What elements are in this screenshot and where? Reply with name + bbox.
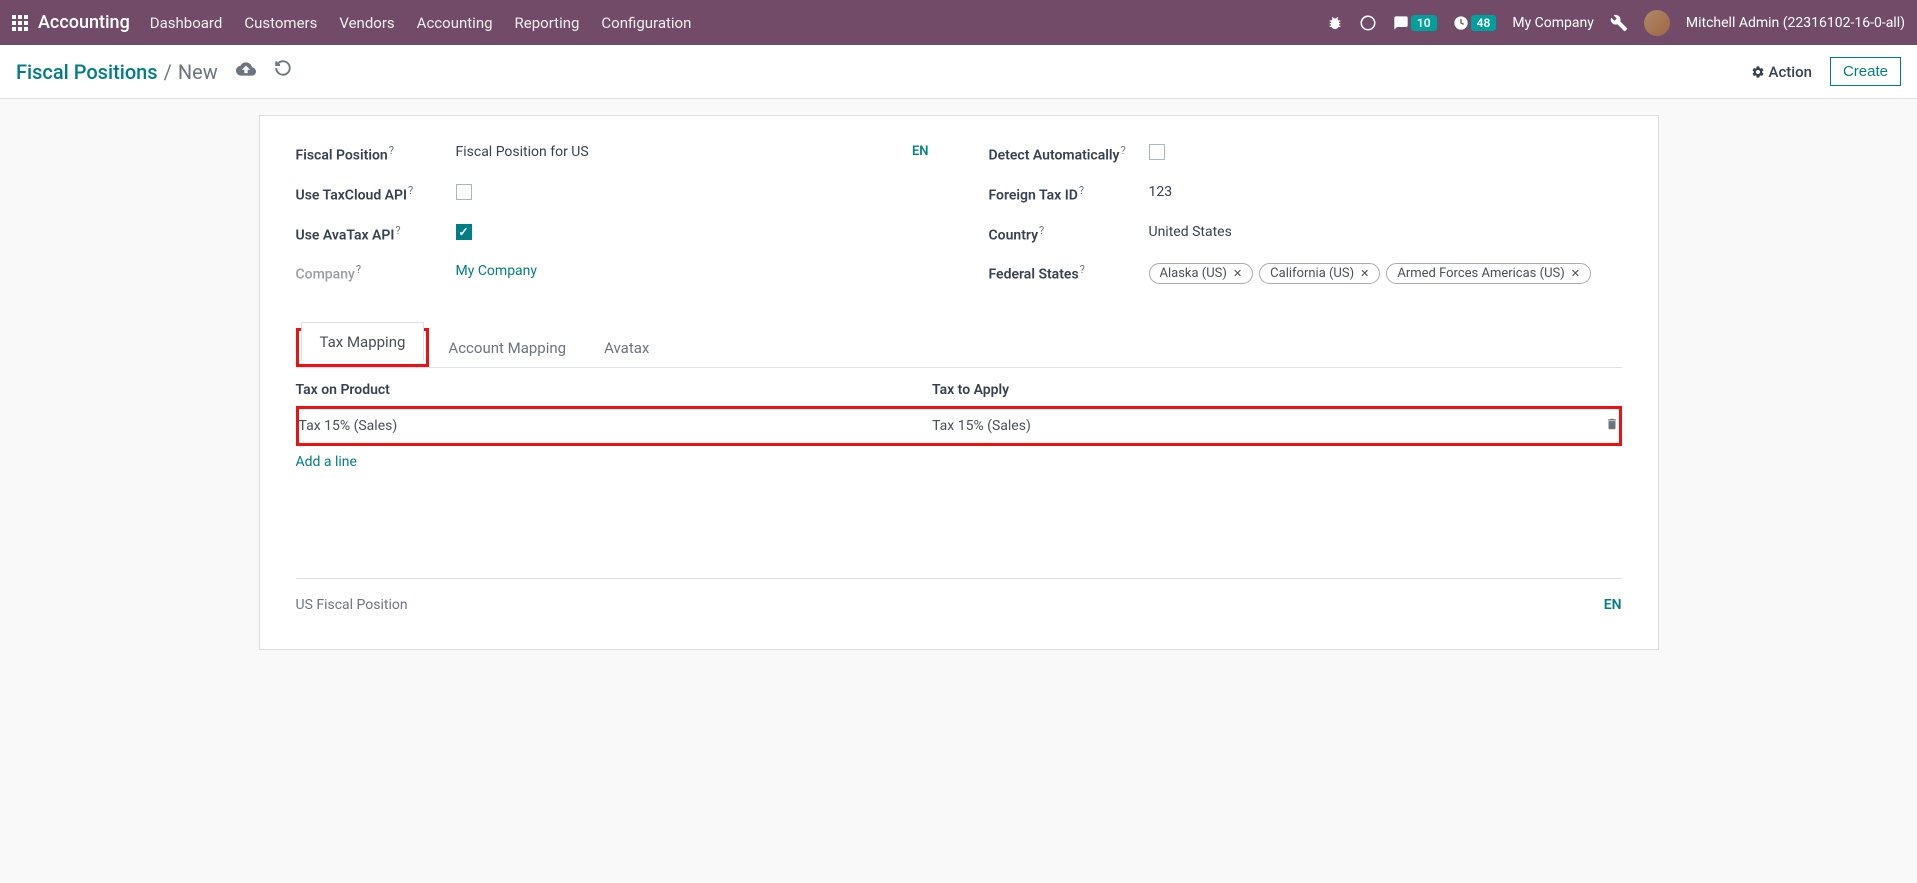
breadcrumb-root[interactable]: Fiscal Positions xyxy=(16,60,158,84)
label-country: Country? xyxy=(989,224,1149,244)
apps-icon[interactable] xyxy=(12,15,28,31)
tag-state[interactable]: Alaska (US)✕ xyxy=(1149,263,1254,284)
discard-icon[interactable] xyxy=(274,59,292,84)
messages-icon[interactable]: 10 xyxy=(1393,15,1437,31)
table-row[interactable]: Tax 15% (Sales) Tax 15% (Sales) xyxy=(299,409,1619,443)
tag-state[interactable]: Armed Forces Americas (US)✕ xyxy=(1386,263,1591,284)
form-left-column: Fiscal Position? Fiscal Position for US … xyxy=(296,144,929,304)
lang-badge[interactable]: EN xyxy=(900,144,929,160)
control-panel: Fiscal Positions / New Action Create xyxy=(0,45,1917,99)
label-avatax: Use AvaTax API? xyxy=(296,224,456,244)
breadcrumb-current: New xyxy=(178,60,218,84)
app-brand[interactable]: Accounting xyxy=(38,12,130,33)
value-fiscal-position[interactable]: Fiscal Position for US xyxy=(456,144,589,160)
highlight-row: Tax 15% (Sales) Tax 15% (Sales) xyxy=(296,406,1622,446)
cloud-save-icon[interactable] xyxy=(236,59,256,84)
label-foreign-tax: Foreign Tax ID? xyxy=(989,184,1149,204)
cell-tax-on-product[interactable]: Tax 15% (Sales) xyxy=(299,418,933,434)
footer-lang-badge[interactable]: EN xyxy=(1604,597,1622,613)
bug-icon[interactable] xyxy=(1327,15,1343,31)
activities-badge: 48 xyxy=(1471,15,1497,31)
col-tax-on-product: Tax on Product xyxy=(296,382,932,398)
avatar[interactable] xyxy=(1644,10,1670,36)
cell-tax-to-apply[interactable]: Tax 15% (Sales) xyxy=(932,418,1578,434)
form-footer: US Fiscal Position EN xyxy=(296,578,1622,613)
navbar-right: 10 48 My Company Mitchell Admin (2231610… xyxy=(1327,10,1905,36)
support-icon[interactable] xyxy=(1359,14,1377,32)
checkbox-detect-auto[interactable] xyxy=(1149,144,1165,160)
add-line-link[interactable]: Add a line xyxy=(296,446,1622,478)
states-tags[interactable]: Alaska (US)✕ California (US)✕ Armed Forc… xyxy=(1149,263,1622,284)
top-navbar: Accounting Dashboard Customers Vendors A… xyxy=(0,0,1917,45)
breadcrumb: Fiscal Positions / New xyxy=(16,60,218,84)
value-country[interactable]: United States xyxy=(1149,224,1622,240)
tab-tax-mapping[interactable]: Tax Mapping xyxy=(301,322,425,361)
highlight-tab: Tax Mapping xyxy=(296,328,430,367)
tag-remove-icon[interactable]: ✕ xyxy=(1360,267,1369,280)
breadcrumb-separator: / xyxy=(164,60,172,84)
form-right-column: Detect Automatically? Foreign Tax ID? 12… xyxy=(989,144,1622,304)
debug-tools-icon[interactable] xyxy=(1610,14,1628,32)
tag-state[interactable]: California (US)✕ xyxy=(1259,263,1380,284)
menu-reporting[interactable]: Reporting xyxy=(515,14,580,32)
label-detect-auto: Detect Automatically? xyxy=(989,144,1149,164)
label-states: Federal States? xyxy=(989,263,1149,283)
checkbox-taxcloud[interactable] xyxy=(456,184,472,200)
tabs: Tax Mapping Account Mapping Avatax xyxy=(296,328,1622,368)
label-fiscal-position: Fiscal Position? xyxy=(296,144,456,164)
tag-remove-icon[interactable]: ✕ xyxy=(1233,267,1242,280)
value-foreign-tax[interactable]: 123 xyxy=(1149,184,1622,200)
menu-configuration[interactable]: Configuration xyxy=(601,14,691,32)
company-switcher[interactable]: My Company xyxy=(1512,15,1594,31)
footer-note[interactable]: US Fiscal Position xyxy=(296,597,408,613)
tab-account-mapping[interactable]: Account Mapping xyxy=(429,328,585,367)
value-company[interactable]: My Company xyxy=(456,263,929,279)
form-sheet: Fiscal Position? Fiscal Position for US … xyxy=(259,115,1659,650)
messages-badge: 10 xyxy=(1411,15,1437,31)
tab-avatax[interactable]: Avatax xyxy=(585,328,668,367)
user-menu[interactable]: Mitchell Admin (22316102-16-0-all) xyxy=(1686,15,1905,31)
main-menu: Dashboard Customers Vendors Accounting R… xyxy=(150,14,692,32)
create-button[interactable]: Create xyxy=(1830,57,1901,86)
menu-customers[interactable]: Customers xyxy=(244,14,317,32)
action-button[interactable]: Action xyxy=(1751,63,1812,81)
tag-remove-icon[interactable]: ✕ xyxy=(1571,267,1580,280)
label-company: Company? xyxy=(296,263,456,283)
col-tax-to-apply: Tax to Apply xyxy=(932,382,1582,398)
menu-vendors[interactable]: Vendors xyxy=(339,14,394,32)
row-delete-icon[interactable] xyxy=(1579,417,1619,435)
activities-icon[interactable]: 48 xyxy=(1453,15,1497,31)
menu-accounting[interactable]: Accounting xyxy=(417,14,493,32)
tax-mapping-table: Tax on Product Tax to Apply Tax 15% (Sal… xyxy=(296,374,1622,558)
menu-dashboard[interactable]: Dashboard xyxy=(150,14,223,32)
checkbox-avatax[interactable] xyxy=(456,224,472,240)
label-taxcloud: Use TaxCloud API? xyxy=(296,184,456,204)
